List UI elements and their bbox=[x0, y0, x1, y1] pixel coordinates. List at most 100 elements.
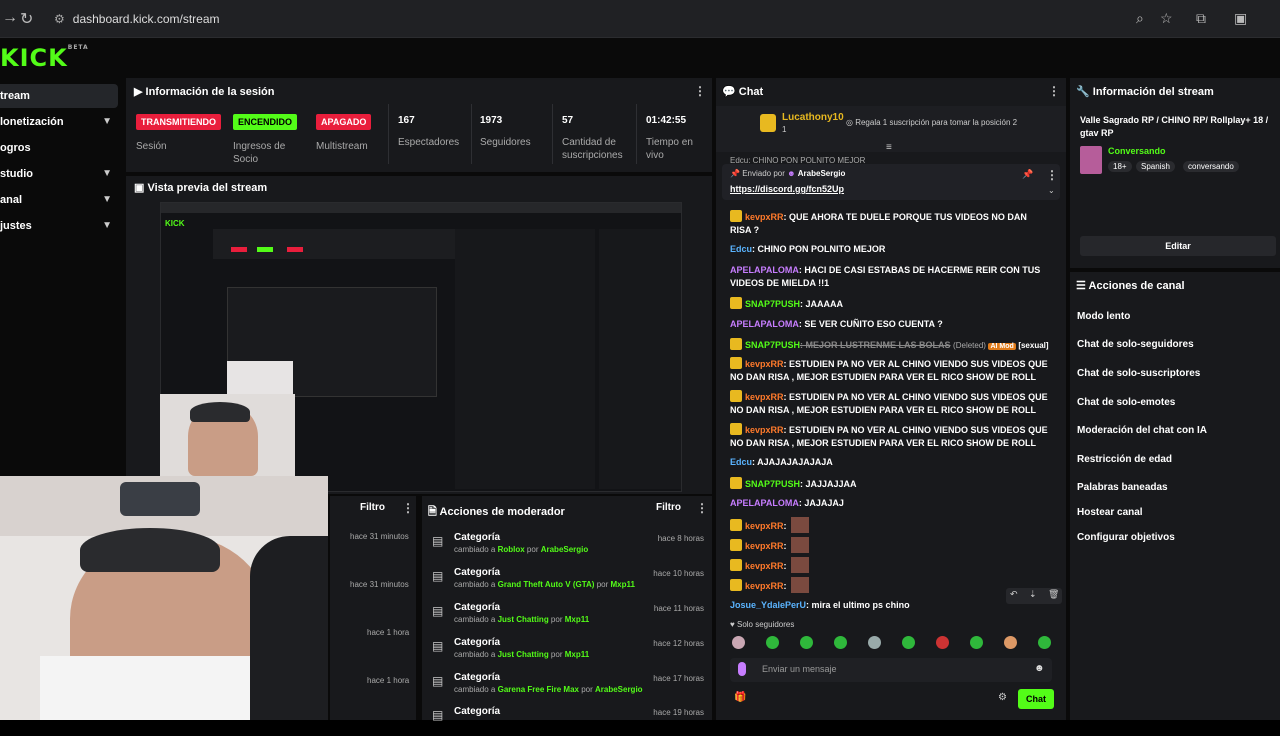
stream-preview-title: ▣ Vista previa del stream bbox=[134, 182, 268, 194]
emote-icon[interactable] bbox=[1004, 636, 1017, 649]
channel-action-item[interactable]: Chat de solo-emotes bbox=[1077, 397, 1175, 408]
edit-stream-button[interactable]: Editar bbox=[1080, 236, 1276, 256]
chat-username[interactable]: kevpxRR bbox=[745, 425, 784, 435]
reply-icon[interactable]: ↶ bbox=[1010, 589, 1018, 600]
channel-action-item[interactable]: Moderación del chat con IA bbox=[1077, 425, 1207, 436]
chat-username[interactable]: APELAPALOMA bbox=[730, 265, 799, 275]
chevron-down-icon[interactable]: ⌄ bbox=[1048, 186, 1055, 195]
zoom-icon[interactable]: ⌕ bbox=[1136, 10, 1144, 27]
chat-username[interactable]: kevpxRR bbox=[745, 581, 784, 591]
chat-username[interactable]: kevpxRR bbox=[745, 212, 784, 222]
sidebar-item-monetization[interactable]: lonetización ▼ bbox=[0, 110, 118, 134]
delete-icon[interactable]: 🗑 bbox=[1048, 589, 1059, 600]
gift-icon[interactable]: 🎁 bbox=[734, 692, 746, 703]
mod-action-detail: cambiado a Roblox por ArabeSergio bbox=[454, 545, 589, 554]
chat-username[interactable]: SNAP7PUSH bbox=[745, 340, 800, 350]
chat-username[interactable]: SNAP7PUSH bbox=[745, 299, 800, 309]
emote-icon[interactable] bbox=[800, 636, 813, 649]
emote-icon[interactable] bbox=[732, 636, 745, 649]
forward-icon[interactable]: → bbox=[2, 9, 18, 27]
reload-icon[interactable]: ↻ bbox=[20, 9, 33, 29]
channel-action-item[interactable]: Hostear canal bbox=[1077, 507, 1143, 518]
collapse-icon[interactable]: ≡ bbox=[886, 142, 892, 153]
chat-message[interactable]: kevpxRR: bbox=[730, 577, 1050, 593]
chat-username[interactable]: APELAPALOMA bbox=[730, 319, 799, 329]
emote-icon[interactable] bbox=[1038, 636, 1051, 649]
chat-username[interactable]: kevpxRR bbox=[745, 561, 784, 571]
emote-icon[interactable] bbox=[834, 636, 847, 649]
channel-action-item[interactable]: Modo lento bbox=[1077, 311, 1130, 322]
mod-action-row[interactable]: ▤ Categoría cambiado a Grand Theft Auto V … bbox=[430, 567, 710, 597]
chat-message[interactable]: kevpxRR: ESTUDIEN PA NO VER AL CHINO VIE… bbox=[730, 423, 1050, 450]
filter-button[interactable]: Filtro bbox=[360, 502, 385, 513]
chat-message[interactable]: Edcu: CHINO PON POLNITO MEJOR bbox=[730, 243, 1050, 256]
site-settings-icon[interactable]: ⚙ bbox=[54, 6, 65, 32]
chat-message[interactable]: SNAP7PUSH: JAAAAA bbox=[730, 297, 1050, 311]
sidebar-item-settings[interactable]: justes ▼ bbox=[0, 214, 118, 238]
mod-action-row[interactable]: ▤ Categoría cambiado a Garena Free Fire Ma… bbox=[430, 672, 710, 702]
channel-action-item[interactable]: Restricción de edad bbox=[1077, 454, 1172, 465]
chat-message[interactable]: kevpxRR: QUE AHORA TE DUELE PORQUE TUS V… bbox=[730, 210, 1050, 237]
more-options-icon[interactable]: ⋮ bbox=[1048, 84, 1060, 98]
bookmark-star-icon[interactable]: ☆ bbox=[1160, 10, 1173, 27]
extensions-icon[interactable]: ⧉ bbox=[1196, 10, 1206, 27]
more-options-icon[interactable]: ⋮ bbox=[696, 501, 708, 515]
chat-message[interactable]: Josue_YdalePerU: mira el ultimo ps chino bbox=[730, 599, 1050, 612]
category-name[interactable]: Conversando bbox=[1108, 146, 1166, 156]
emote-icon[interactable] bbox=[902, 636, 915, 649]
chat-username[interactable]: kevpxRR bbox=[745, 359, 784, 369]
chat-message[interactable]: SNAP7PUSH: JAJJAJJAA bbox=[730, 477, 1050, 491]
filter-button[interactable]: Filtro bbox=[656, 502, 681, 513]
emote-icon[interactable] bbox=[766, 636, 779, 649]
sidebar-item-stream[interactable]: tream bbox=[0, 84, 118, 108]
kick-logo[interactable]: KICKBETA bbox=[0, 44, 89, 72]
chat-message[interactable]: kevpxRR: bbox=[730, 557, 1050, 573]
chat-message[interactable]: kevpxRR: ESTUDIEN PA NO VER AL CHINO VIE… bbox=[730, 390, 1050, 417]
chat-message[interactable]: APELAPALOMA: SE VER CUÑITO ESO CUENTA ? bbox=[730, 318, 1050, 331]
chat-settings-icon[interactable]: ⚙ bbox=[998, 692, 1007, 703]
chat-message[interactable]: kevpxRR: bbox=[730, 517, 1050, 533]
pinned-message[interactable]: 📌 Enviado por ☻ ArabeSergio 📌 ⋮ https://… bbox=[722, 164, 1060, 200]
chat-message[interactable]: kevpxRR: ESTUDIEN PA NO VER AL CHINO VIE… bbox=[730, 357, 1050, 384]
pin-icon[interactable]: ⇣ bbox=[1029, 589, 1037, 600]
chat-message[interactable]: Edcu: AJAJAJAJAJAJA bbox=[730, 456, 1050, 469]
address-bar[interactable]: ⚙ dashboard.kick.com/stream bbox=[48, 6, 1148, 32]
chat-username[interactable]: kevpxRR bbox=[745, 392, 784, 402]
chat-username[interactable]: APELAPALOMA bbox=[730, 498, 799, 508]
chat-text: : mira el ultimo ps chino bbox=[806, 600, 910, 610]
sub-gift-leaderboard[interactable]: Lucathony10 1 ◎ Regala 1 suscripción par… bbox=[716, 106, 1066, 153]
chat-username[interactable]: Josue_YdalePerU bbox=[730, 600, 806, 610]
chat-username[interactable]: Edcu bbox=[730, 244, 752, 254]
emote-icon[interactable] bbox=[936, 636, 949, 649]
chat-username[interactable]: Edcu bbox=[730, 457, 752, 467]
emote-icon[interactable] bbox=[868, 636, 881, 649]
chat-message[interactable]: SNAP7PUSH: MEJOR LUSTRENME LAS BOLAS (De… bbox=[730, 338, 1050, 353]
pin-icon[interactable]: 📌 bbox=[1022, 169, 1033, 180]
chat-message[interactable]: APELAPALOMA: JAJAJAJ bbox=[730, 497, 1050, 510]
emote-icon[interactable] bbox=[970, 636, 983, 649]
sidebar-item-channel[interactable]: anal ▼ bbox=[0, 188, 118, 212]
channel-action-item[interactable]: Palabras baneadas bbox=[1077, 482, 1168, 493]
sidepanel-icon[interactable]: ▣ bbox=[1234, 10, 1247, 27]
send-chat-button[interactable]: Chat bbox=[1018, 689, 1054, 709]
chat-username[interactable]: SNAP7PUSH bbox=[745, 479, 800, 489]
mod-action-row[interactable]: ▤ Categoría hace 19 horas bbox=[430, 706, 710, 736]
mod-action-row[interactable]: ▤ Categoría cambiado a Just Chatting por M… bbox=[430, 637, 710, 667]
chat-message[interactable]: APELAPALOMA: HACI DE CASI ESTABAS DE HAC… bbox=[730, 264, 1050, 290]
channel-action-item[interactable]: Chat de solo-seguidores bbox=[1077, 339, 1194, 350]
chat-message[interactable]: kevpxRR: bbox=[730, 537, 1050, 553]
more-options-icon[interactable]: ⋮ bbox=[1046, 168, 1058, 182]
more-options-icon[interactable]: ⋮ bbox=[402, 501, 414, 515]
mod-action-row[interactable]: ▤ Categoría cambiado a Just Chatting por M… bbox=[430, 602, 710, 632]
emoji-icon[interactable]: ☻ bbox=[1034, 663, 1045, 674]
channel-action-item[interactable]: Chat de solo-suscriptores bbox=[1077, 368, 1200, 379]
more-options-icon[interactable]: ⋮ bbox=[694, 84, 706, 98]
pinned-link[interactable]: https://discord.gg/fcn52Up bbox=[730, 184, 844, 194]
chat-input[interactable]: Enviar un mensaje ☻ bbox=[730, 658, 1052, 682]
chat-username[interactable]: kevpxRR bbox=[745, 541, 784, 551]
sidebar-item-achievements[interactable]: ogros bbox=[0, 136, 118, 160]
channel-action-item[interactable]: Configurar objetivos bbox=[1077, 532, 1175, 543]
chat-username[interactable]: kevpxRR bbox=[745, 521, 784, 531]
mod-action-row[interactable]: ▤ Categoría cambiado a Roblox por ArabeSer… bbox=[430, 532, 710, 562]
sidebar-item-studio[interactable]: studio ▼ bbox=[0, 162, 118, 186]
